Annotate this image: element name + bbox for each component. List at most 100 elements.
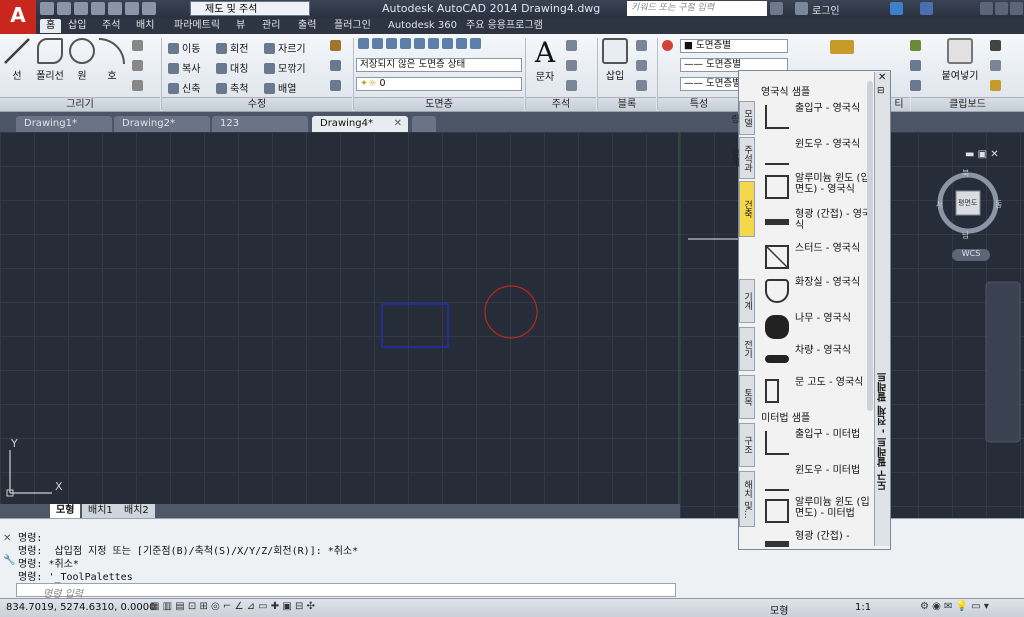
palette-tab-civil[interactable]: 토목 xyxy=(739,375,755,419)
match-icon[interactable] xyxy=(990,80,1004,92)
palette-item-window-metric[interactable]: 윈도우 - 미터법 xyxy=(761,463,873,495)
tab-featured-apps[interactable]: 주요 응용프로그램 xyxy=(466,19,543,33)
circle-button[interactable]: 원 xyxy=(68,38,96,82)
open-icon[interactable] xyxy=(57,2,71,15)
redo-icon[interactable] xyxy=(142,2,156,15)
draw-group-label[interactable]: 그리기 xyxy=(0,97,160,111)
palette-title-strip[interactable]: ✕ ⊟ 도구 팔레트 - 전체 팔레트 xyxy=(874,72,890,546)
help-icon[interactable] xyxy=(920,2,933,15)
model-space-button[interactable]: 모형 xyxy=(770,602,788,617)
drawn-rectangle[interactable] xyxy=(381,303,449,348)
tab-layout1[interactable]: 배치1 xyxy=(82,504,119,518)
save-as-icon[interactable] xyxy=(91,2,105,15)
arc-button[interactable]: 호 xyxy=(98,38,126,82)
palette-tab-structural[interactable]: 구조 xyxy=(739,423,755,467)
palette-item-door-imperial[interactable]: 출입구 - 영국식 xyxy=(761,101,873,133)
palette-tab-mechanical[interactable]: 기계 xyxy=(739,279,755,323)
annotation-scale[interactable]: 1:1 xyxy=(855,602,871,613)
tab-layout[interactable]: 배치 xyxy=(136,19,154,33)
command-window-close-icon[interactable]: ✕ xyxy=(3,533,11,544)
workspace-dropdown[interactable]: 제도 및 주석 xyxy=(190,1,310,16)
viewcube-south[interactable]: 남 xyxy=(962,230,969,241)
tab-parametric[interactable]: 파라메트릭 xyxy=(174,19,220,33)
tab-plugins[interactable]: 플러그인 xyxy=(334,19,371,33)
copy-clip-icon[interactable] xyxy=(990,60,1004,72)
utility-tool-1[interactable] xyxy=(910,40,924,52)
mirror-button[interactable]: 대칭 xyxy=(216,60,248,75)
palette-item-window-imperial[interactable]: 윈도우 - 영국식 xyxy=(761,137,873,169)
new-icon[interactable] xyxy=(40,2,54,15)
modify-tool-2[interactable] xyxy=(330,60,344,72)
stretch-button[interactable]: 신축 xyxy=(168,80,200,95)
tab-manage[interactable]: 관리 xyxy=(262,19,280,33)
draw-tool-2[interactable] xyxy=(132,60,146,72)
modify-group-label[interactable]: 수정 xyxy=(162,97,352,111)
layers-group-label[interactable]: 도면층 xyxy=(354,97,524,111)
modify-tool-1[interactable] xyxy=(330,40,344,52)
block-attribute-button[interactable] xyxy=(636,80,650,92)
palette-item-vehicle[interactable]: 차량 - 영국식 xyxy=(761,343,873,375)
line-button[interactable]: 선 xyxy=(4,38,30,82)
array-button[interactable]: 배열 xyxy=(264,80,296,95)
search-icon[interactable] xyxy=(770,2,783,15)
viewcube-north[interactable]: 북 xyxy=(962,168,969,179)
user-icon[interactable] xyxy=(795,2,808,15)
new-tab-button[interactable] xyxy=(412,116,436,132)
print-icon[interactable] xyxy=(108,2,122,15)
doc-tab-123[interactable]: 123 xyxy=(212,116,308,132)
settings-icon[interactable]: 🔧 xyxy=(3,555,15,566)
layer-dropdown[interactable]: ✦☼ 0 xyxy=(356,77,522,91)
save-icon[interactable] xyxy=(74,2,88,15)
palette-item-fluorescent-metric[interactable]: 형광 (간접) - xyxy=(761,529,873,561)
minimize-icon[interactable] xyxy=(980,2,993,15)
coordinate-readout[interactable]: 834.7019, 5274.6310, 0.0000 xyxy=(6,602,156,613)
properties-group-label[interactable]: 특성 xyxy=(658,97,740,111)
palette-tab-hatch[interactable]: 해치 및... xyxy=(739,471,755,527)
utility-tool-3[interactable] xyxy=(910,80,924,92)
navigation-bar[interactable] xyxy=(985,281,1021,443)
doc-tab-drawing2[interactable]: Drawing2* xyxy=(114,116,210,132)
exchange-icon[interactable] xyxy=(890,2,903,15)
wcs-menu[interactable]: WCS xyxy=(952,249,990,261)
search-input[interactable]: 키워드 또는 구절 입력 xyxy=(627,1,767,16)
color-dropdown[interactable]: ■ 도면층별 xyxy=(680,39,788,53)
login-button[interactable]: 로그인 xyxy=(812,2,840,17)
trim-button[interactable]: 자르기 xyxy=(264,40,306,55)
rotate-button[interactable]: 회전 xyxy=(216,40,248,55)
insert-button[interactable]: 삽입 xyxy=(600,38,630,82)
tab-autodesk360[interactable]: Autodesk 360 xyxy=(388,19,457,33)
viewcube-east[interactable]: 동 xyxy=(995,199,1002,210)
utilities-group-label[interactable]: 티 xyxy=(888,97,910,111)
lineweight-dropdown[interactable]: —— 도면층별 xyxy=(680,77,740,91)
palette-item-toilet[interactable]: 화장실 - 영국식 xyxy=(761,275,873,307)
clipboard-group-label[interactable]: 클립보드 xyxy=(911,97,1024,111)
palette-close-icon[interactable]: ✕ xyxy=(878,72,886,83)
undo-icon[interactable] xyxy=(125,2,139,15)
palette-item-fluorescent[interactable]: 형광 (간접) - 영국식 xyxy=(761,207,873,239)
palette-tab-modeling[interactable]: 모델링 xyxy=(729,101,755,135)
tab-model[interactable]: 모형 xyxy=(50,504,81,518)
workspace-switch-icons[interactable]: ⚙ ◉ ✉ 💡 ▭ ▾ xyxy=(920,601,989,612)
draw-tool-1[interactable] xyxy=(132,40,146,52)
palette-scrollbar[interactable] xyxy=(867,81,873,411)
doc-tab-drawing4[interactable]: Drawing4* ✕ xyxy=(312,116,408,132)
annotation-group-label[interactable]: 주석 xyxy=(526,97,596,111)
create-block-button[interactable] xyxy=(636,40,650,52)
table-button[interactable] xyxy=(566,80,580,92)
match-properties-icon[interactable] xyxy=(662,40,676,52)
palette-tab-architectural[interactable]: 건축 xyxy=(739,181,755,237)
fillet-button[interactable]: 모깎기 xyxy=(264,60,306,75)
paste-button[interactable]: 붙여넣기 xyxy=(935,38,985,82)
tab-output[interactable]: 출력 xyxy=(298,19,316,33)
text-button[interactable]: A 문자 xyxy=(530,38,560,84)
palette-autohide-icon[interactable]: ⊟ xyxy=(877,86,885,96)
block-group-label[interactable]: 블록 xyxy=(598,97,656,111)
application-menu-button[interactable]: A xyxy=(0,0,36,34)
palette-item-aluminum-window-metric[interactable]: 알루미늄 윈도 (입면도) - 미터법 xyxy=(761,495,873,527)
cut-icon[interactable] xyxy=(990,40,1004,52)
doc-tab-drawing1[interactable]: Drawing1* xyxy=(16,116,112,132)
scale-button[interactable]: 축척 xyxy=(216,80,248,95)
palette-tab-electrical[interactable]: 전기 xyxy=(739,327,755,371)
copy-button[interactable]: 복사 xyxy=(168,60,200,75)
command-input[interactable]: 명령 입력 xyxy=(16,583,676,600)
